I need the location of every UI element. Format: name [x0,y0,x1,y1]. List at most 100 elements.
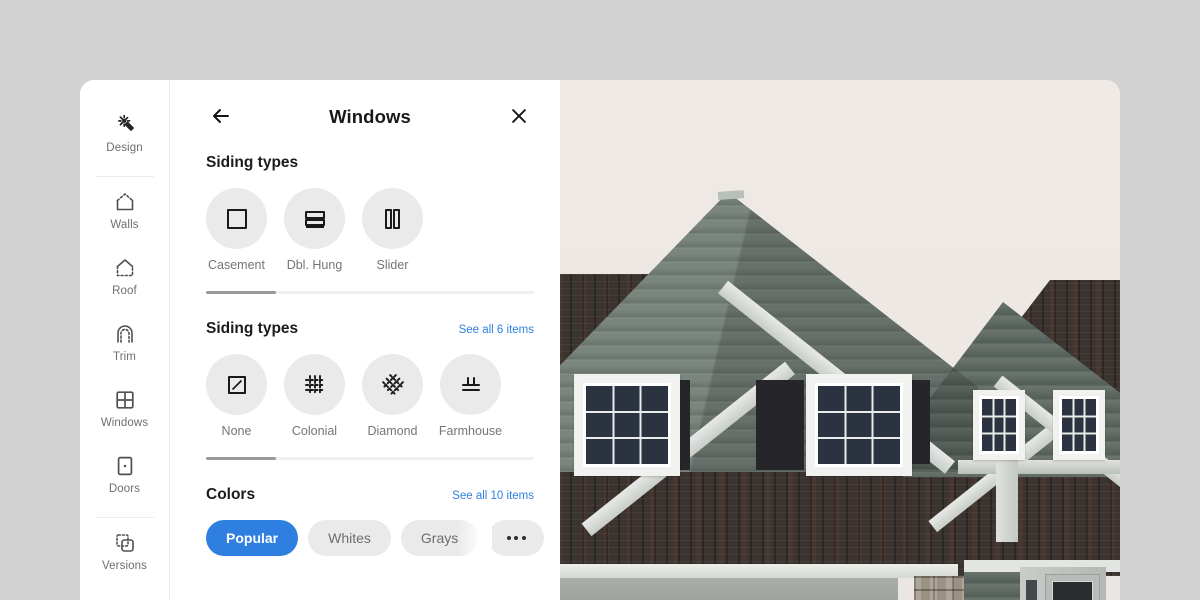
roof-icon [113,256,137,280]
chip-grays[interactable]: Grays [400,520,479,556]
page-title: Windows [329,106,411,127]
colonial-grid-icon [284,354,345,415]
section-header: Colors See all 10 items [206,486,534,504]
grid-patterns-scrollbar[interactable] [206,457,534,460]
section-header: Siding types [206,154,534,172]
option-label: Farmhouse [438,424,503,438]
close-button[interactable] [504,102,534,132]
sidebar-nav: Design Walls Roof Trim Windows Doors Ver… [80,80,170,600]
sidebar-item-design[interactable]: Design [88,106,162,160]
color-group-chips: Popular Whites Grays [206,520,544,556]
sidebar-item-trim[interactable]: Trim [88,315,162,369]
section-title: Colors [206,486,256,503]
magic-wand-icon [113,113,137,137]
section-title: Siding types [206,154,299,171]
grid-pattern-options: None Colonial Diamond Farmhouse [206,354,534,438]
window-grid-center [818,386,900,464]
sidebar-item-versions[interactable]: Versions [88,524,162,578]
walls-icon [113,190,137,214]
garage-header [558,578,898,600]
ellipsis-dot [521,536,526,540]
more-options-button[interactable] [498,520,534,556]
entry-wall [964,570,1020,600]
editor-panel: Design Walls Roof Trim Windows Doors Ver… [80,80,560,600]
see-all-link[interactable]: See all 6 items [459,324,534,336]
shutter-left-b [756,380,780,470]
sidebar-item-label: Windows [100,417,149,429]
slider-window-icon [362,188,423,249]
option-farmhouse[interactable]: Farmhouse [438,354,503,438]
scrollbar-thumb[interactable] [206,457,276,460]
option-slider[interactable]: Slider [362,188,423,272]
section-title: Siding types [206,320,299,337]
back-button[interactable] [206,102,236,132]
farmhouse-grid-icon [440,354,501,415]
chip-popular[interactable]: Popular [206,520,299,556]
section-grid-patterns: Siding types See all 6 items None Coloni… [206,320,534,460]
option-casement[interactable]: Casement [206,188,267,272]
sidebar-item-label: Trim [113,351,136,363]
sidebar-item-doors[interactable]: Doors [88,447,162,501]
window-types-scrollbar[interactable] [206,291,534,294]
arrow-left-icon [209,104,233,131]
no-grid-icon [206,354,267,415]
door-icon [113,454,137,478]
garage-soffit [558,564,958,578]
shutter-center-a [780,380,804,470]
sidebar-item-roof[interactable]: Roof [88,249,162,303]
double-hung-window-icon [284,188,345,249]
close-icon [508,105,530,130]
option-label: Colonial [291,424,338,438]
stone-column [914,576,964,600]
sidebar-item-label: Doors [108,483,141,495]
door-sidelite [1026,580,1037,600]
app-root: Design Walls Roof Trim Windows Doors Ver… [0,0,1200,600]
house-3d-render-canvas[interactable] [558,80,1120,600]
ellipsis-dot [506,536,511,540]
window-left[interactable] [583,383,671,467]
sidebar-divider-top [95,176,154,177]
option-colonial[interactable]: Colonial [284,354,345,438]
window-grid-right-b [1062,399,1096,451]
sidebar-divider-bottom [95,517,154,518]
diamond-grid-icon [362,354,423,415]
option-diamond[interactable]: Diamond [362,354,423,438]
section-colors: Colors See all 10 items Popular Whites G… [206,486,544,556]
option-label: Diamond [367,424,418,438]
see-all-link[interactable]: See all 10 items [452,490,534,502]
sidebar-item-label: Versions [102,560,147,572]
option-dbl-hung[interactable]: Dbl. Hung [284,188,345,272]
section-header: Siding types See all 6 items [206,320,534,338]
option-label: Dbl. Hung [286,258,343,272]
section-window-types: Siding types Casement Dbl. Hung Slider [206,154,534,294]
porch-beam [958,460,1120,474]
window-grid-right-a [982,399,1016,451]
versions-icon [113,531,137,555]
chip-whites[interactable]: Whites [308,520,391,556]
sidebar-item-label: Walls [110,219,139,231]
window-grid-icon [113,388,137,412]
sidebar-item-walls[interactable]: Walls [88,183,162,237]
panel-header: Windows [206,80,534,154]
trim-icon [113,322,137,346]
window-center[interactable] [815,383,903,467]
window-right-b[interactable] [1059,396,1099,454]
option-none[interactable]: None [206,354,267,438]
chip-list: Popular Whites Grays [206,520,544,556]
ellipsis-dot [514,536,518,540]
option-label: Casement [208,258,265,272]
scrollbar-thumb[interactable] [206,291,276,294]
sidebar-item-label: Roof [112,285,137,297]
window-right-a[interactable] [979,396,1019,454]
option-label: Slider [376,258,409,272]
option-label: None [221,424,252,438]
window-grid-left [586,386,668,464]
door-lite-top [1052,581,1093,600]
casement-window-icon [206,188,267,249]
window-type-options: Casement Dbl. Hung Slider [206,188,534,272]
sidebar-item-label: Design [106,142,143,154]
sidebar-item-windows[interactable]: Windows [88,381,162,435]
panel-content: Windows Siding types Casement Dbl. Hung … [170,80,560,600]
